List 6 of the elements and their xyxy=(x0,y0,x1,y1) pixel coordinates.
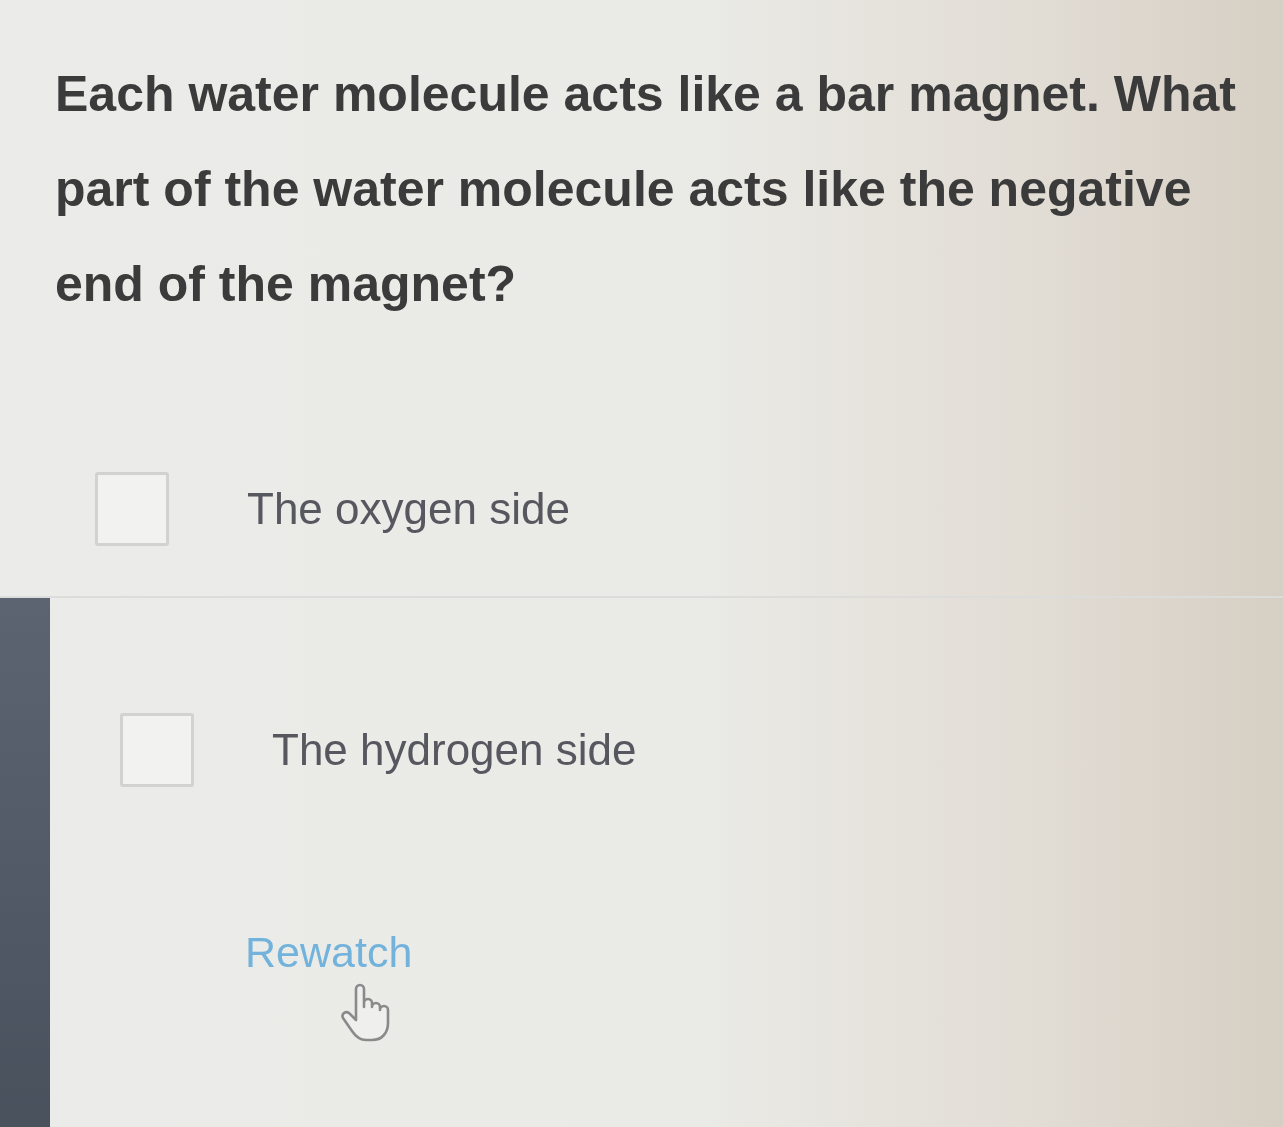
option-label: The hydrogen side xyxy=(272,724,637,776)
checkbox[interactable] xyxy=(120,713,194,787)
option-label: The oxygen side xyxy=(247,483,570,535)
checkbox[interactable] xyxy=(95,472,169,546)
rewatch-link[interactable]: Rewatch xyxy=(245,927,413,979)
question-text: Each water molecule acts like a bar magnet. What part of the water molecule acts like the negative end of the magnet? xyxy=(54,65,1237,314)
